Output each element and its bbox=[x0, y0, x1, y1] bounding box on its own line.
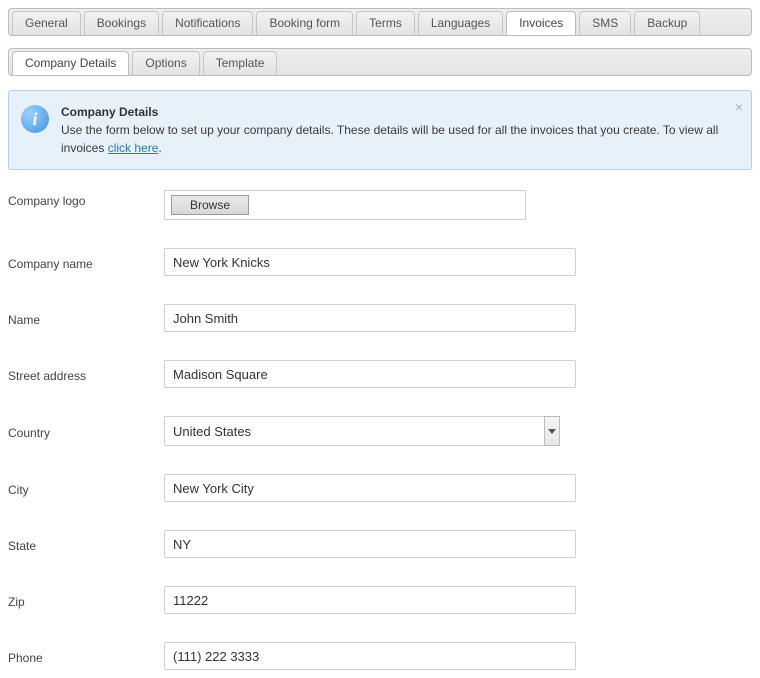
info-icon: i bbox=[21, 105, 49, 133]
sub-tab-company-details[interactable]: Company Details bbox=[12, 51, 129, 75]
row-logo: Company logo Browse bbox=[8, 190, 752, 220]
main-tab-booking-form[interactable]: Booking form bbox=[256, 11, 353, 35]
row-street: Street address bbox=[8, 360, 752, 388]
main-tabbar: GeneralBookingsNotificationsBooking form… bbox=[8, 8, 752, 36]
label-state: State bbox=[8, 535, 164, 553]
main-tab-general[interactable]: General bbox=[12, 11, 81, 35]
row-name: Name bbox=[8, 304, 752, 332]
info-title: Company Details bbox=[61, 105, 158, 119]
label-country: Country bbox=[8, 422, 164, 440]
main-tab-bookings[interactable]: Bookings bbox=[84, 11, 159, 35]
input-street[interactable] bbox=[164, 360, 576, 388]
row-phone: Phone bbox=[8, 642, 752, 670]
row-zip: Zip bbox=[8, 586, 752, 614]
main-tab-notifications[interactable]: Notifications bbox=[162, 11, 253, 35]
chevron-down-icon[interactable] bbox=[544, 416, 560, 446]
label-name: Name bbox=[8, 309, 164, 327]
info-box: × i Company Details Use the form below t… bbox=[8, 90, 752, 170]
label-phone: Phone bbox=[8, 647, 164, 665]
main-tab-sms[interactable]: SMS bbox=[579, 11, 631, 35]
file-input-wrapper[interactable]: Browse bbox=[164, 190, 526, 220]
label-logo: Company logo bbox=[8, 190, 164, 208]
input-name[interactable] bbox=[164, 304, 576, 332]
input-state[interactable] bbox=[164, 530, 576, 558]
input-phone[interactable] bbox=[164, 642, 576, 670]
row-country: Country bbox=[8, 416, 752, 446]
input-city[interactable] bbox=[164, 474, 576, 502]
sub-tab-template[interactable]: Template bbox=[203, 51, 278, 75]
label-city: City bbox=[8, 479, 164, 497]
browse-button[interactable]: Browse bbox=[171, 195, 249, 215]
close-icon[interactable]: × bbox=[735, 97, 743, 118]
main-tab-invoices[interactable]: Invoices bbox=[506, 11, 576, 35]
select-country[interactable] bbox=[164, 416, 559, 446]
main-tab-terms[interactable]: Terms bbox=[356, 11, 415, 35]
row-city: City bbox=[8, 474, 752, 502]
label-zip: Zip bbox=[8, 591, 164, 609]
input-company-name[interactable] bbox=[164, 248, 576, 276]
row-company-name: Company name bbox=[8, 248, 752, 276]
info-body-after: . bbox=[158, 141, 161, 155]
info-content: Company Details Use the form below to se… bbox=[61, 103, 737, 157]
sub-tab-options[interactable]: Options bbox=[132, 51, 199, 75]
main-tab-languages[interactable]: Languages bbox=[418, 11, 503, 35]
label-street: Street address bbox=[8, 365, 164, 383]
sub-tabbar: Company DetailsOptionsTemplate bbox=[8, 48, 752, 76]
label-company-name: Company name bbox=[8, 253, 164, 271]
row-state: State bbox=[8, 530, 752, 558]
company-details-form: Company logo Browse Company name Name St… bbox=[8, 190, 752, 670]
main-tab-backup[interactable]: Backup bbox=[634, 11, 700, 35]
input-zip[interactable] bbox=[164, 586, 576, 614]
info-link[interactable]: click here bbox=[108, 141, 159, 155]
